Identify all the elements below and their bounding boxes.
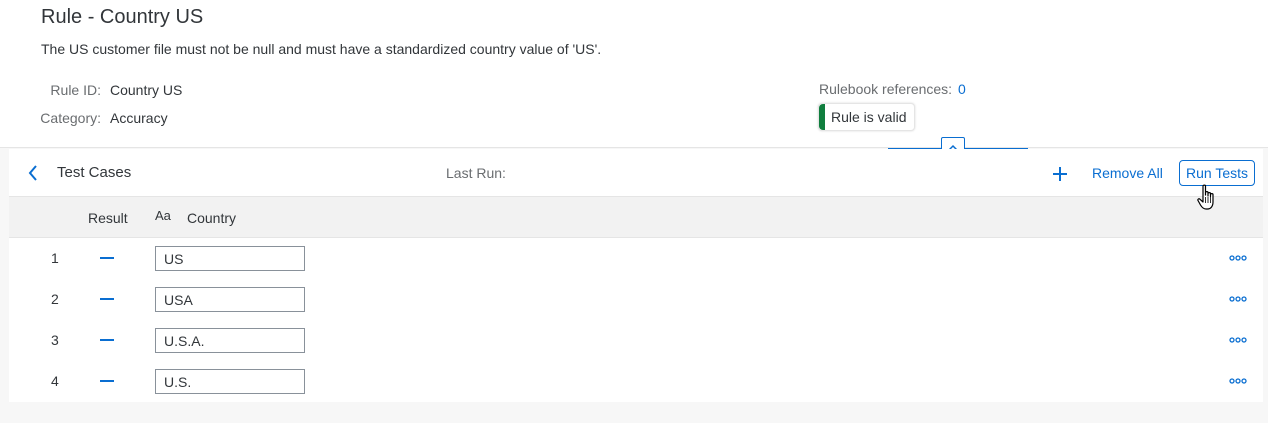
overflow-icon (1229, 337, 1247, 343)
result-pending-icon (100, 257, 114, 259)
rulebook-references-link[interactable]: 0 (958, 81, 966, 97)
last-run-label: Last Run: (446, 165, 506, 181)
row-actions-button[interactable] (1228, 293, 1248, 305)
rule-description: The US customer file must not be null an… (41, 41, 602, 57)
row-actions-button[interactable] (1228, 375, 1248, 387)
chevron-left-icon (28, 165, 37, 181)
overflow-icon (1229, 255, 1247, 261)
table-header: Result Aa Country (9, 197, 1263, 238)
result-pending-icon (100, 339, 114, 341)
text-type-icon: Aa (155, 208, 171, 223)
test-cases-toolbar: Test Cases Last Run: Remove All Run Test… (9, 149, 1263, 197)
table-row: 1 (9, 238, 1263, 279)
category-value: Accuracy (110, 110, 168, 126)
back-button[interactable] (23, 163, 43, 183)
test-cases-panel: Test Cases Last Run: Remove All Run Test… (9, 149, 1263, 402)
rule-header: Rule - Country US The US customer file m… (0, 0, 1268, 148)
table-row: 3 (9, 320, 1263, 361)
validity-text: Rule is valid (831, 109, 907, 125)
result-pending-icon (100, 298, 114, 300)
overflow-icon (1229, 296, 1247, 302)
category-label: Category: (40, 110, 101, 126)
country-input[interactable] (155, 246, 305, 271)
row-number: 4 (51, 373, 59, 389)
rulebook-references-label: Rulebook references: (819, 81, 953, 97)
rule-valid-badge: Rule is valid (818, 103, 916, 131)
rule-id-label: Rule ID: (50, 82, 101, 98)
column-header-country: Country (187, 210, 237, 226)
row-number: 2 (51, 291, 59, 307)
country-input[interactable] (155, 369, 305, 394)
plus-icon (1053, 167, 1067, 181)
country-input[interactable] (155, 287, 305, 312)
valid-status-bar (819, 104, 825, 130)
table-row: 4 (9, 361, 1263, 402)
column-header-result: Result (88, 210, 128, 226)
row-number: 1 (51, 250, 59, 266)
country-input[interactable] (155, 328, 305, 353)
row-number: 3 (51, 332, 59, 348)
rule-id-value: Country US (110, 82, 183, 98)
row-actions-button[interactable] (1228, 252, 1248, 264)
hand-cursor-icon (1197, 184, 1214, 210)
remove-all-button[interactable]: Remove All (1092, 165, 1163, 181)
add-test-case-button[interactable] (1048, 163, 1072, 185)
row-actions-button[interactable] (1228, 334, 1248, 346)
overflow-icon (1229, 378, 1247, 384)
result-pending-icon (100, 380, 114, 382)
run-tests-button[interactable]: Run Tests (1179, 160, 1255, 186)
page-title: Rule - Country US (41, 6, 204, 28)
table-row: 2 (9, 279, 1263, 320)
test-cases-title: Test Cases (57, 164, 132, 181)
